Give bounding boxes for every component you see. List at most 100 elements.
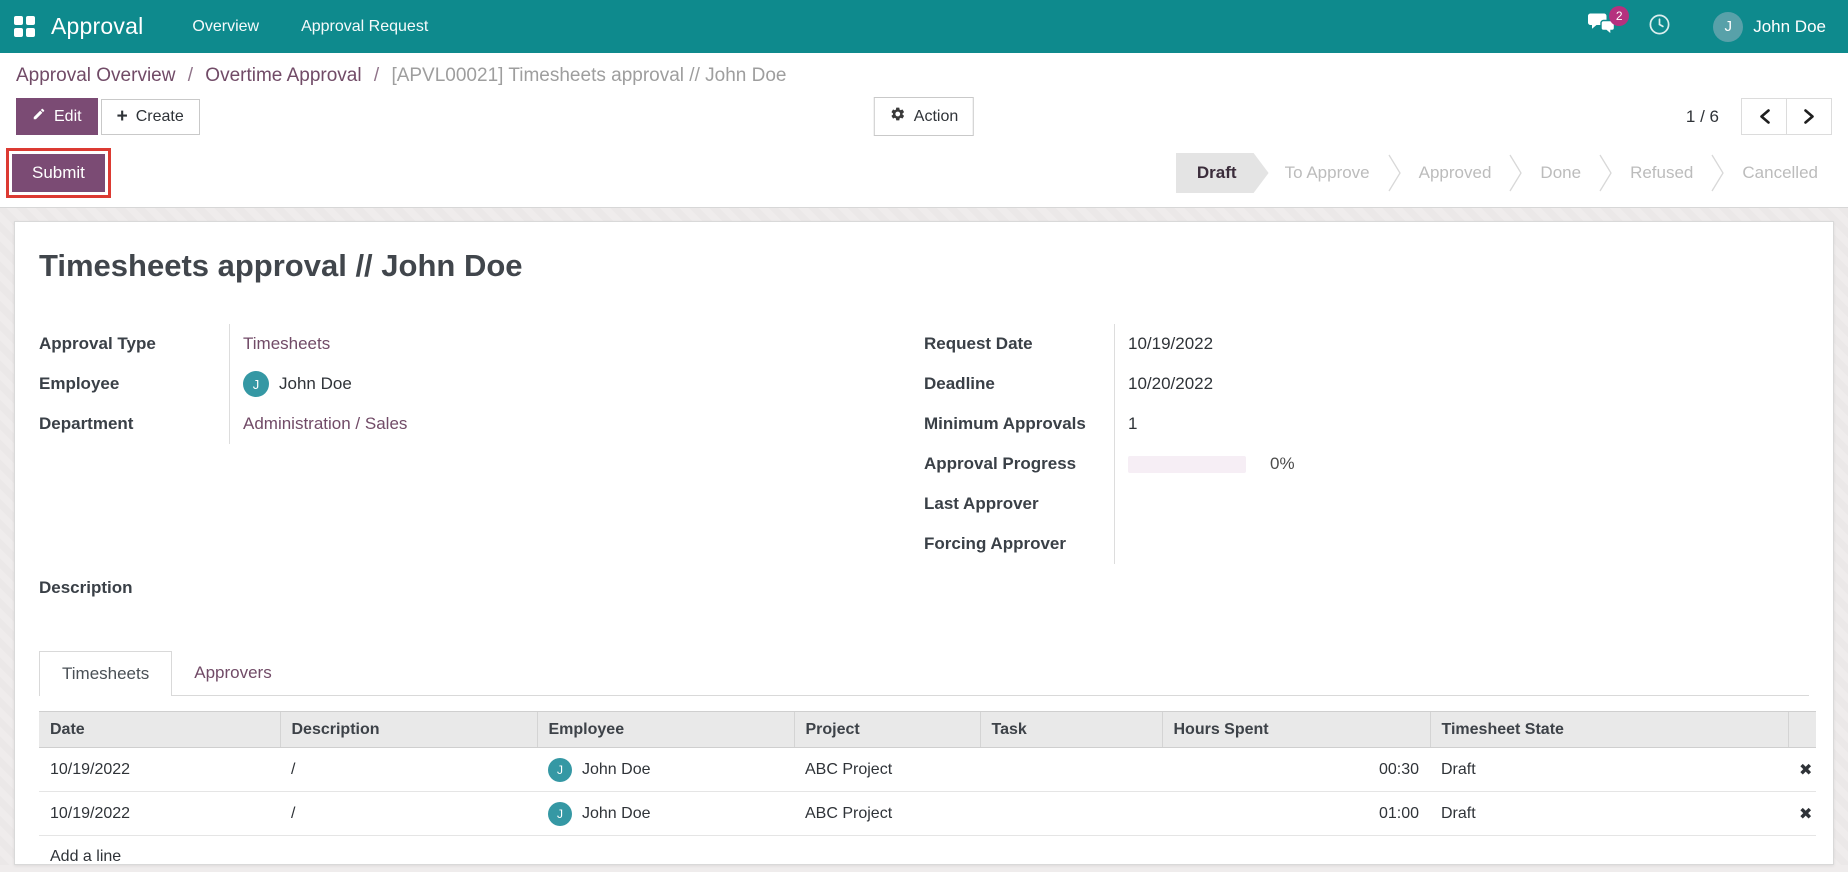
column-header-hours-spent[interactable]: Hours Spent bbox=[1161, 711, 1430, 748]
cell-timesheet-state: Draft bbox=[1430, 747, 1788, 792]
create-button[interactable]: + Create bbox=[100, 98, 200, 135]
chevron-right-icon bbox=[1711, 154, 1725, 192]
field-value-deadline: 10/20/2022 bbox=[1128, 374, 1214, 393]
add-a-line-link[interactable]: Add a line bbox=[39, 835, 1816, 864]
field-label-department: Department bbox=[39, 414, 134, 433]
table-row[interactable]: 10/19/2022 / J John Doe ABC Project 00:3… bbox=[39, 747, 1816, 792]
edit-button[interactable]: Edit bbox=[16, 98, 98, 135]
tab-approvers[interactable]: Approvers bbox=[172, 651, 293, 695]
field-value-approval-type[interactable]: Timesheets bbox=[243, 334, 330, 354]
status-step-to-approve[interactable]: To Approve bbox=[1269, 153, 1386, 193]
record-title: Timesheets approval // John Doe bbox=[39, 248, 523, 283]
breadcrumb-approval-overview[interactable]: Approval Overview bbox=[16, 65, 175, 86]
column-header-project[interactable]: Project bbox=[793, 711, 980, 748]
cell-task bbox=[980, 791, 1162, 836]
status-step-done[interactable]: Done bbox=[1524, 153, 1597, 193]
column-header-actions bbox=[1787, 711, 1816, 748]
field-group-left: Approval Type Timesheets Employee J John… bbox=[39, 324, 924, 564]
cell-task bbox=[980, 747, 1162, 792]
gear-icon bbox=[890, 106, 906, 127]
status-step-cancelled[interactable]: Cancelled bbox=[1726, 153, 1834, 193]
cell-date: 10/19/2022 bbox=[39, 747, 280, 792]
field-label-forcing-approver: Forcing Approver bbox=[924, 534, 1066, 553]
cell-employee: J John Doe bbox=[537, 747, 794, 792]
messages-button[interactable]: 2 bbox=[1571, 0, 1632, 53]
cell-hours-spent: 00:30 bbox=[1162, 747, 1430, 792]
field-value-employee: John Doe bbox=[279, 374, 352, 393]
field-value-department[interactable]: Administration / Sales bbox=[243, 414, 407, 434]
top-navbar: Approval Overview Approval Request 2 J J… bbox=[0, 0, 1848, 53]
control-panel-buttons: Edit + Create Action 1 / 6 bbox=[0, 88, 1848, 145]
pager: 1 / 6 bbox=[1686, 98, 1832, 135]
add-line-row: Add a line bbox=[39, 835, 1816, 864]
status-step-approved[interactable]: Approved bbox=[1403, 153, 1508, 193]
delete-row-icon[interactable]: ✖ bbox=[1788, 791, 1816, 836]
cell-project: ABC Project bbox=[794, 747, 980, 792]
nav-item-approval-request[interactable]: Approval Request bbox=[280, 0, 449, 53]
column-header-timesheet-state[interactable]: Timesheet State bbox=[1429, 711, 1788, 748]
breadcrumb-overtime-approval[interactable]: Overtime Approval bbox=[205, 65, 361, 86]
create-button-label: Create bbox=[135, 107, 184, 125]
field-value-request-date: 10/19/2022 bbox=[1128, 334, 1214, 353]
plus-icon: + bbox=[116, 105, 128, 127]
pager-next-button[interactable] bbox=[1786, 98, 1832, 135]
notebook-tabs: Timesheets Approvers bbox=[39, 651, 1809, 696]
messages-count-badge: 2 bbox=[1609, 6, 1630, 26]
cell-description: / bbox=[280, 791, 537, 836]
column-header-date[interactable]: Date bbox=[39, 711, 280, 748]
chevron-right-icon bbox=[1599, 154, 1612, 192]
description-label: Description bbox=[39, 578, 133, 597]
edit-button-label: Edit bbox=[54, 107, 82, 125]
column-header-description[interactable]: Description bbox=[279, 711, 537, 748]
pager-previous-button[interactable] bbox=[1741, 98, 1787, 135]
status-row: Submit Draft To Approve Approved Done Re… bbox=[0, 145, 1848, 208]
nav-item-overview[interactable]: Overview bbox=[171, 0, 280, 53]
cell-timesheet-state: Draft bbox=[1430, 791, 1788, 836]
table-row[interactable]: 10/19/2022 / J John Doe ABC Project 01:0… bbox=[39, 791, 1816, 836]
apps-grid-icon[interactable] bbox=[14, 16, 35, 37]
field-label-approval-progress: Approval Progress bbox=[924, 454, 1077, 473]
field-group-right: Request Date 10/19/2022 Deadline 10/20/2… bbox=[924, 324, 1809, 564]
field-label-request-date: Request Date bbox=[924, 334, 1033, 353]
app-name[interactable]: Approval bbox=[51, 13, 143, 40]
tab-timesheets[interactable]: Timesheets bbox=[39, 651, 173, 696]
breadcrumb: Approval Overview / Overtime Approval / … bbox=[0, 53, 1848, 88]
cell-hours-spent: 01:00 bbox=[1162, 791, 1430, 836]
delete-row-icon[interactable]: ✖ bbox=[1788, 747, 1816, 792]
field-value-minimum-approvals: 1 bbox=[1128, 414, 1138, 433]
cell-date: 10/19/2022 bbox=[39, 791, 280, 836]
form-sheet: Timesheets approval // John Doe Approval… bbox=[14, 221, 1834, 865]
timesheets-table: Date Description Employee Project Task H… bbox=[39, 711, 1816, 864]
action-button[interactable]: Action bbox=[873, 97, 975, 136]
status-step-draft[interactable]: Draft bbox=[1176, 153, 1269, 193]
user-menu[interactable]: J John Doe bbox=[1687, 11, 1838, 42]
user-name-label: John Doe bbox=[1753, 16, 1826, 36]
activities-button[interactable] bbox=[1632, 0, 1687, 53]
employee-avatar: J bbox=[548, 801, 572, 826]
employee-avatar: J bbox=[548, 757, 572, 782]
column-header-task[interactable]: Task bbox=[979, 711, 1162, 748]
employee-avatar: J bbox=[243, 371, 269, 397]
cell-project: ABC Project bbox=[794, 791, 980, 836]
chevron-right-icon bbox=[1388, 154, 1401, 192]
control-panel: Approval Overview / Overtime Approval / … bbox=[0, 53, 1848, 208]
table-header-row: Date Description Employee Project Task H… bbox=[39, 711, 1816, 748]
pager-count: 1 / 6 bbox=[1685, 106, 1719, 126]
user-avatar: J bbox=[1713, 11, 1744, 42]
cell-employee: J John Doe bbox=[537, 791, 794, 836]
approval-progress-value: 0% bbox=[1270, 454, 1295, 473]
submit-highlight-box: Submit bbox=[6, 148, 111, 198]
column-header-employee[interactable]: Employee bbox=[536, 711, 794, 748]
chevron-right-icon bbox=[1509, 154, 1523, 192]
field-label-last-approver: Last Approver bbox=[924, 494, 1039, 513]
field-area: Approval Type Timesheets Employee J John… bbox=[39, 324, 1809, 564]
breadcrumb-current: [APVL00021] Timesheets approval // John … bbox=[391, 65, 787, 86]
breadcrumb-separator: / bbox=[373, 65, 380, 86]
submit-button[interactable]: Submit bbox=[12, 154, 105, 192]
content-area: Timesheets approval // John Doe Approval… bbox=[0, 208, 1848, 865]
breadcrumb-separator: / bbox=[187, 65, 194, 86]
field-label-approval-type: Approval Type bbox=[39, 334, 156, 353]
pencil-icon bbox=[32, 107, 46, 126]
approval-progress-bar bbox=[1128, 455, 1246, 473]
status-step-refused[interactable]: Refused bbox=[1614, 153, 1709, 193]
